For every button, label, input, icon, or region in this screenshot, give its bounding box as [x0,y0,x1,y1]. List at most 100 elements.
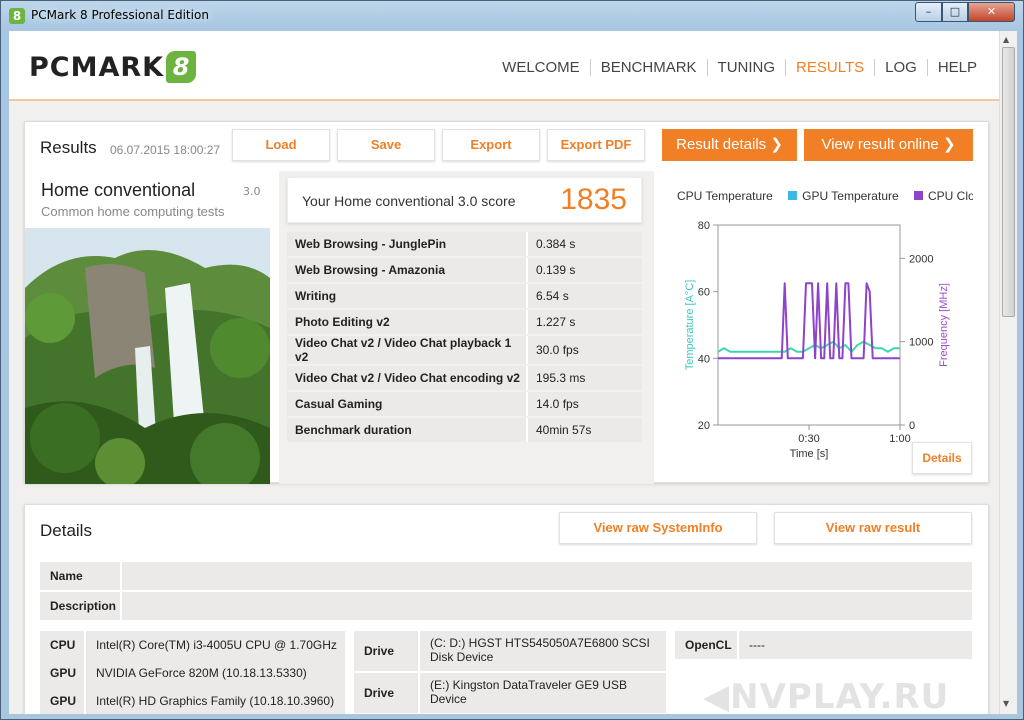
y-left-tick-label: 60 [698,287,710,299]
test-description: Common home computing tests [41,204,225,219]
result-details-button[interactable]: Result details ❯ [662,129,797,161]
drive-value: (C: D:) HGST HTS545050A7E6800 SCSI Disk … [430,636,650,664]
minimize-button[interactable]: – [915,2,942,22]
subscore-value: 1.227 s [528,310,642,334]
opencl-row: OpenCL ---- [675,631,972,659]
legend-label: CPU Temperature [677,189,773,203]
nav-benchmark[interactable]: BENCHMARK [589,59,707,76]
subscore-value: 40min 57s [528,418,642,442]
legend-label: GPU Temperature [802,189,899,203]
x-tick-label: 0:30 [798,433,819,445]
subscore-table: Web Browsing - JunglePin 0.384 s Web Brow… [287,230,642,444]
subscore-name: Video Chat v2 / Video Chat playback 1 v2 [287,336,528,364]
subscore-name: Web Browsing - Amazonia [287,258,528,282]
drive-key: Drive [354,631,420,671]
waterfall-landscape-image [25,228,270,484]
nav-log[interactable]: LOG [874,59,927,76]
legend-swatch [663,191,672,200]
y-right-tick-label: 1000 [909,337,933,349]
subscore-name: Benchmark duration [287,418,528,442]
hw-value: Intel(R) HD Graphics Family (10.18.10.39… [96,694,335,708]
name-value [124,562,134,590]
nav-welcome[interactable]: WELCOME [492,59,590,76]
scrollbar-thumb[interactable] [1002,47,1015,317]
main-nav: WELCOME BENCHMARK TUNING RESULTS LOG HEL… [492,59,987,76]
close-button[interactable]: ✕ [968,2,1015,22]
y-left-tick-label: 80 [698,220,710,232]
hw-row-gpu: GPU NVIDIA GeForce 820M (10.18.13.5330) [40,659,345,687]
scroll-up-arrow-icon[interactable]: ▲ [1003,35,1009,44]
title-bar[interactable]: 8 PCMark 8 Professional Edition – □ ✕ [1,1,1023,31]
drive-key: Drive [354,673,420,713]
logo-digit: 8 [166,51,197,83]
table-row: Web Browsing - JunglePin 0.384 s [287,232,642,256]
description-label: Description [40,592,122,620]
nav-tuning[interactable]: TUNING [706,59,786,76]
hw-key: CPU [40,631,86,659]
details-title: Details [40,521,92,540]
y-right-tick-label: 0 [909,420,915,432]
test-version: 3.0 [243,185,261,198]
test-name: Home conventional [41,180,196,200]
app-header: PCMARK 8 WELCOME BENCHMARK TUNING RESULT… [9,31,999,101]
table-row: Writing 6.54 s [287,284,642,308]
table-row: Video Chat v2 / Video Chat encoding v2 19… [287,366,642,390]
subscore-name: Photo Editing v2 [287,310,528,334]
legend-item: CPU Temperature [663,189,773,203]
nav-help[interactable]: HELP [926,59,987,76]
drive-row: Drive (C: D:) HGST HTS545050A7E6800 SCSI… [354,631,666,671]
subscore-name: Video Chat v2 / Video Chat encoding v2 [287,366,528,390]
pcmark-logo: PCMARK 8 [29,51,197,83]
x-axis-label: Time [s] [790,448,829,460]
view-result-online-button[interactable]: View result online ❯ [804,129,973,161]
maximize-button[interactable]: □ [942,2,968,22]
legend-swatch [914,191,924,200]
hw-row-cpu: CPU Intel(R) Core(TM) i3-4005U CPU @ 1.7… [40,631,345,659]
y-right-axis-label: Frequency [MHz] [938,283,950,367]
subscore-value: 14.0 fps [528,392,642,416]
view-raw-result-button[interactable]: View raw result [774,512,972,544]
waterfall-illustration [25,228,270,484]
watermark: ◀NVPLAY.RU [703,677,950,714]
y-left-tick-label: 40 [698,353,710,365]
drive-row: Drive (E:) Kingston DataTraveler GE9 USB… [354,673,666,713]
chart-legend: CPU Temperature GPU Temperature CPU Cloc… [663,189,973,205]
score-label: Your Home conventional 3.0 score [302,193,516,209]
name-label: Name [40,562,122,590]
results-panel: Results 06.07.2015 18:00:27 Load Save Ex… [24,121,989,484]
table-row: Video Chat v2 / Video Chat playback 1 v2… [287,336,642,364]
subscore-value: 0.384 s [528,232,642,256]
window-title: PCMark 8 Professional Edition [31,8,209,22]
table-row: Benchmark duration 40min 57s [287,418,642,442]
hw-value: NVIDIA GeForce 820M (10.18.13.5330) [96,666,307,680]
legend-item: GPU Temperature [788,189,899,203]
load-button[interactable]: Load [232,129,330,161]
hw-key: GPU [40,687,86,714]
table-row: Casual Gaming 14.0 fps [287,392,642,416]
subscore-name: Writing [287,284,528,308]
chart-details-button[interactable]: Details [912,442,972,474]
export-button[interactable]: Export [442,129,540,161]
subscore-name: Web Browsing - JunglePin [287,232,528,256]
vertical-scrollbar[interactable]: ▲ ▼ [999,31,1017,714]
subscore-value: 6.54 s [528,284,642,308]
save-button[interactable]: Save [337,129,435,161]
results-title: Results [40,138,97,157]
export-pdf-button[interactable]: Export PDF [547,129,645,161]
y-right-tick-label: 2000 [909,253,933,265]
scroll-down-arrow-icon[interactable]: ▼ [1003,699,1009,708]
results-date: 06.07.2015 18:00:27 [110,143,221,157]
table-row: Photo Editing v2 1.227 s [287,310,642,334]
legend-label: CPU Clock [928,189,973,203]
name-row: Name [40,562,972,590]
opencl-value: ---- [749,638,765,652]
hw-key: GPU [40,659,86,687]
table-row: Web Browsing - Amazonia 0.139 s [287,258,642,282]
view-raw-systeminfo-button[interactable]: View raw SystemInfo [559,512,757,544]
nav-results[interactable]: RESULTS [785,59,874,76]
subscore-value: 30.0 fps [528,336,642,364]
hw-row-gpu: GPU Intel(R) HD Graphics Family (10.18.1… [40,687,345,714]
legend-swatch [788,191,798,200]
drive-value: (E:) Kingston DataTraveler GE9 USB Devic… [430,678,627,706]
y-left-tick-label: 20 [698,420,710,432]
